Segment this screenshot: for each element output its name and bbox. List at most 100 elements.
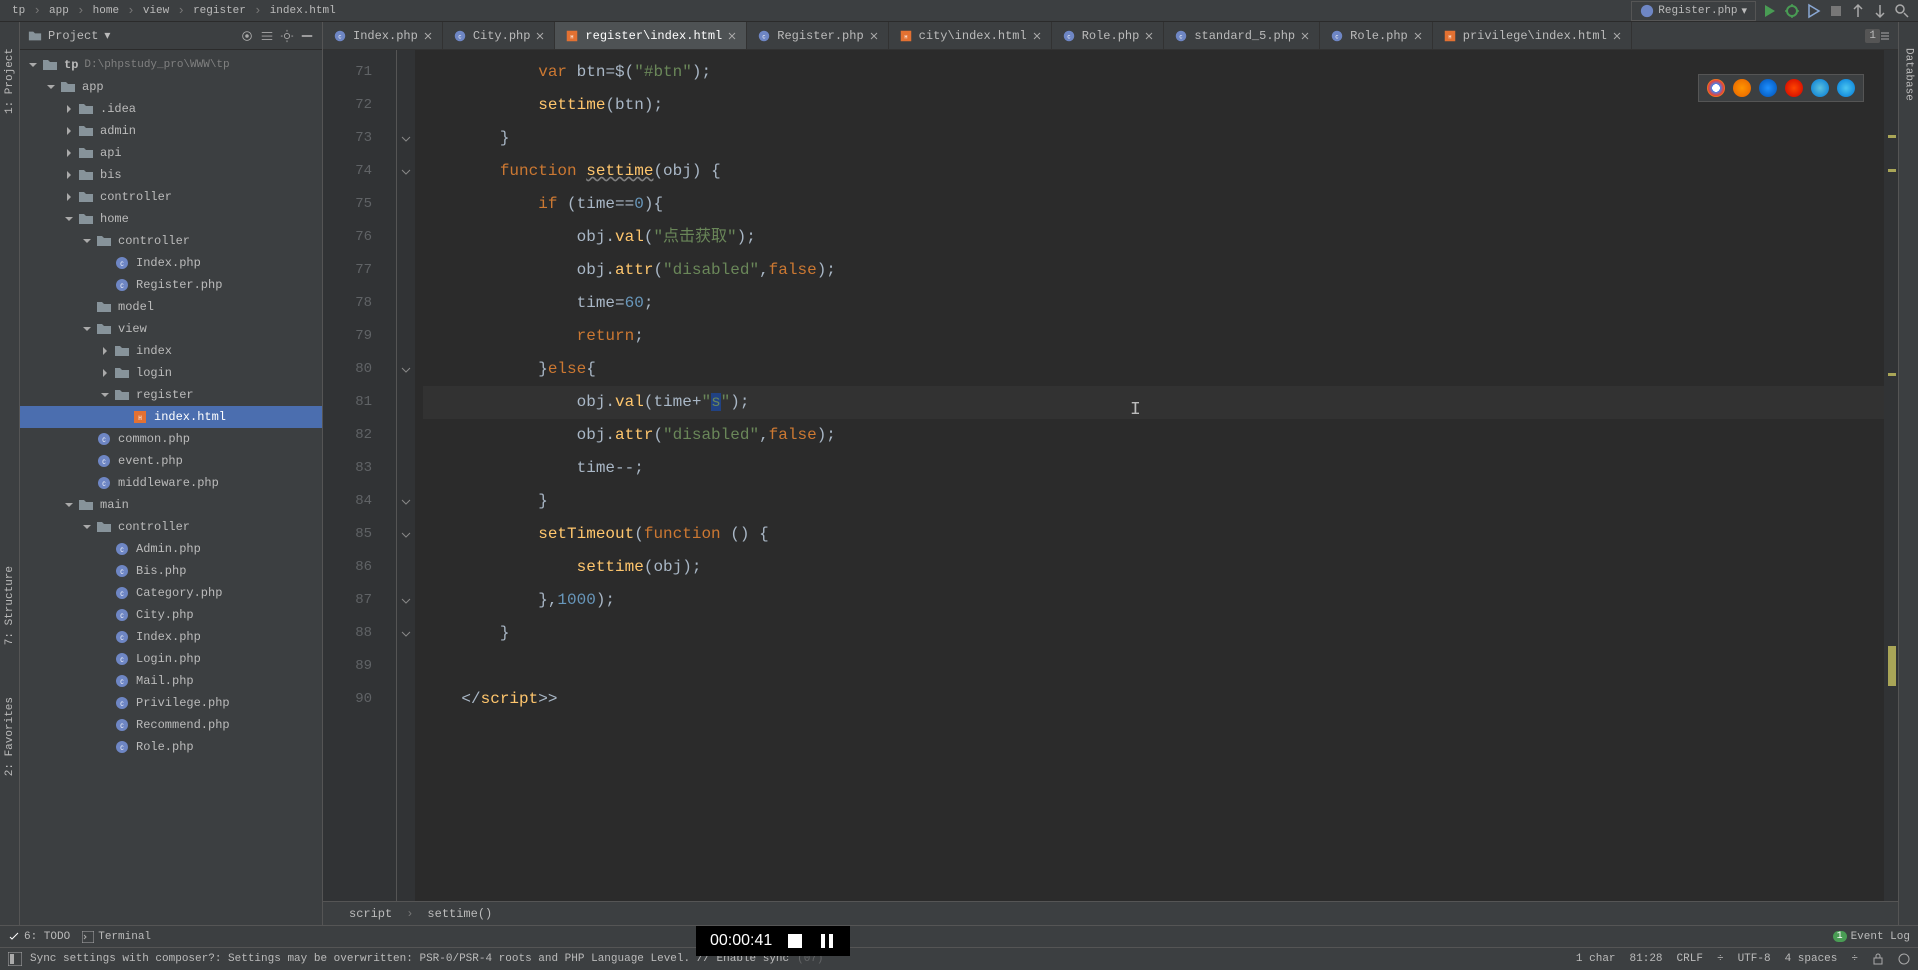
hide-icon[interactable]: [300, 29, 314, 43]
editor-tab[interactable]: Hprivilege\index.html: [1433, 22, 1632, 49]
status-position[interactable]: 81:28: [1630, 953, 1663, 965]
line-number[interactable]: 73: [323, 122, 396, 155]
code-line[interactable]: function settime(obj) {: [423, 155, 1884, 188]
status-indent[interactable]: 4 spaces: [1785, 953, 1838, 965]
fold-marker[interactable]: [397, 485, 415, 518]
close-icon[interactable]: [1145, 32, 1153, 40]
tree-item[interactable]: app: [20, 76, 322, 98]
code-line[interactable]: obj.val(time+"s");: [423, 386, 1884, 419]
fold-marker[interactable]: [397, 122, 415, 155]
code-line[interactable]: settime(btn);: [423, 89, 1884, 122]
line-number[interactable]: 80: [323, 353, 396, 386]
tree-item[interactable]: CMail.php: [20, 670, 322, 692]
code-line[interactable]: }else{: [423, 353, 1884, 386]
close-icon[interactable]: [1301, 32, 1309, 40]
line-number[interactable]: 82: [323, 419, 396, 452]
tree-item[interactable]: CRecommend.php: [20, 714, 322, 736]
project-tree[interactable]: tp D:\phpstudy_pro\WWW\tp app.ideaadmina…: [20, 50, 322, 925]
tree-item[interactable]: CRegister.php: [20, 274, 322, 296]
lock-icon[interactable]: [1872, 953, 1884, 965]
tree-item[interactable]: CAdmin.php: [20, 538, 322, 560]
code-line[interactable]: time=60;: [423, 287, 1884, 320]
fold-marker[interactable]: [397, 584, 415, 617]
code-line[interactable]: if (time==0){: [423, 188, 1884, 221]
fold-marker[interactable]: [397, 188, 415, 221]
tree-item[interactable]: main: [20, 494, 322, 516]
code-line[interactable]: var btn=$("#btn");: [423, 56, 1884, 89]
editor-tab[interactable]: Hcity\index.html: [889, 22, 1052, 49]
editor-tab[interactable]: CCity.php: [443, 22, 556, 49]
line-number[interactable]: 83: [323, 452, 396, 485]
code-line[interactable]: }: [423, 485, 1884, 518]
close-icon[interactable]: [424, 32, 432, 40]
git-update-button[interactable]: [1850, 3, 1866, 19]
fold-marker[interactable]: [397, 683, 415, 716]
stop-button[interactable]: [1828, 3, 1844, 19]
tree-item[interactable]: Cevent.php: [20, 450, 322, 472]
tree-item[interactable]: CRole.php: [20, 736, 322, 758]
close-icon[interactable]: [1613, 32, 1621, 40]
settings-icon[interactable]: [280, 29, 294, 43]
tree-item[interactable]: Ccommon.php: [20, 428, 322, 450]
line-number[interactable]: 77: [323, 254, 396, 287]
tree-item[interactable]: controller: [20, 230, 322, 252]
tree-item[interactable]: admin: [20, 120, 322, 142]
close-icon[interactable]: [536, 32, 544, 40]
close-icon[interactable]: [728, 32, 736, 40]
close-icon[interactable]: [870, 32, 878, 40]
tool-window-icon[interactable]: [8, 952, 22, 966]
line-number[interactable]: 89: [323, 650, 396, 683]
database-tool-tab[interactable]: Database: [1901, 42, 1917, 107]
debug-button[interactable]: [1784, 3, 1800, 19]
terminal-tab[interactable]: Terminal: [82, 931, 151, 943]
project-tool-tab[interactable]: 1: Project: [2, 42, 18, 120]
fold-marker[interactable]: [397, 551, 415, 584]
line-number[interactable]: 90: [323, 683, 396, 716]
editor-tab[interactable]: CRole.php: [1052, 22, 1165, 49]
code-line[interactable]: time--;: [423, 452, 1884, 485]
fold-marker[interactable]: [397, 617, 415, 650]
breadcrumb-item[interactable]: home: [89, 5, 123, 17]
fold-marker[interactable]: [397, 650, 415, 683]
code-line[interactable]: },1000);: [423, 584, 1884, 617]
run-config-dropdown[interactable]: Register.php ▾: [1631, 1, 1756, 21]
code-line[interactable]: obj.attr("disabled",false);: [423, 254, 1884, 287]
tree-item[interactable]: home: [20, 208, 322, 230]
code-line[interactable]: setTimeout(function () {: [423, 518, 1884, 551]
breadcrumb-item[interactable]: tp: [8, 5, 29, 17]
line-number[interactable]: 76: [323, 221, 396, 254]
fold-marker[interactable]: [397, 518, 415, 551]
editor-tab[interactable]: CRegister.php: [747, 22, 888, 49]
fold-marker[interactable]: [397, 452, 415, 485]
close-icon[interactable]: [1414, 32, 1422, 40]
event-log-button[interactable]: 1 Event Log: [1833, 931, 1910, 943]
tree-item[interactable]: controller: [20, 516, 322, 538]
tree-item[interactable]: bis: [20, 164, 322, 186]
code-line[interactable]: </script>>: [423, 683, 1884, 716]
fold-marker[interactable]: [397, 254, 415, 287]
edge-icon[interactable]: [1837, 79, 1855, 97]
tree-item[interactable]: .idea: [20, 98, 322, 120]
line-number[interactable]: 85: [323, 518, 396, 551]
collapse-icon[interactable]: [260, 29, 274, 43]
editor-tab[interactable]: CRole.php: [1320, 22, 1433, 49]
line-number[interactable]: 88: [323, 617, 396, 650]
ie-icon[interactable]: [1811, 79, 1829, 97]
line-number[interactable]: 78: [323, 287, 396, 320]
tree-item[interactable]: view: [20, 318, 322, 340]
video-stop-button[interactable]: [786, 932, 804, 950]
fold-marker[interactable]: [397, 287, 415, 320]
tree-item[interactable]: CCity.php: [20, 604, 322, 626]
tabs-overflow[interactable]: 1: [1857, 22, 1898, 49]
chrome-icon[interactable]: [1707, 79, 1725, 97]
tree-item[interactable]: model: [20, 296, 322, 318]
editor-tab[interactable]: Hregister\index.html: [555, 22, 747, 49]
structure-tool-tab[interactable]: 7: Structure: [2, 560, 18, 651]
marker-rail[interactable]: [1884, 50, 1898, 901]
code-line[interactable]: }: [423, 617, 1884, 650]
tree-item[interactable]: api: [20, 142, 322, 164]
fold-marker[interactable]: [397, 419, 415, 452]
fold-marker[interactable]: [397, 320, 415, 353]
tree-item[interactable]: CIndex.php: [20, 626, 322, 648]
fold-marker[interactable]: [397, 386, 415, 419]
